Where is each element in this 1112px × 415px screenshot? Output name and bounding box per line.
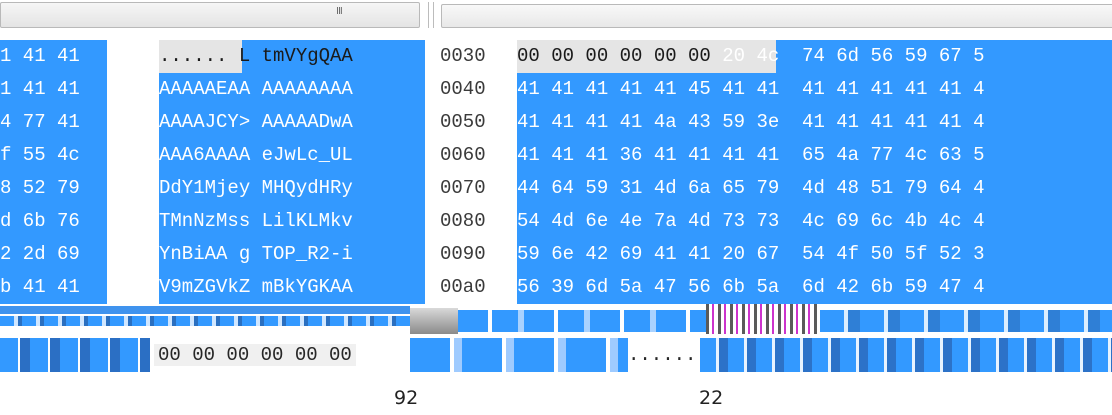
glitch-band <box>0 338 150 372</box>
caption-left: 92 <box>394 387 419 409</box>
left-hex-row[interactable]: 4 77 41 <box>0 106 107 139</box>
right-hex-row[interactable]: 59 6e 42 69 41 41 20 67 54 4f 50 5f 52 3 <box>517 238 1112 271</box>
caption-right: 22 <box>699 387 724 409</box>
glitch-band <box>458 310 706 332</box>
offset-label: 0030 <box>440 45 486 67</box>
right-hex-row[interactable]: 41 41 41 36 41 41 41 41 65 4a 77 4c 63 5 <box>517 139 1112 172</box>
right-hex-row[interactable]: 41 41 41 41 4a 43 59 3e 41 41 41 41 41 4 <box>517 106 1112 139</box>
left-hex-row[interactable]: d 6b 76 <box>0 205 107 238</box>
glitch-band <box>706 304 820 334</box>
offset-label: 0080 <box>440 210 486 232</box>
left-ascii-row[interactable]: YnBiAA g TOP_R2-i <box>159 238 425 271</box>
right-horizontal-scrollbar[interactable] <box>441 4 1112 28</box>
glitch-band <box>820 310 1112 332</box>
offset-label: 0070 <box>440 177 486 199</box>
glitch-band <box>0 316 410 326</box>
left-horizontal-scrollbar[interactable]: III <box>0 2 420 28</box>
left-hex-row[interactable]: b 41 41 <box>0 271 107 304</box>
right-hex-row[interactable]: 00 00 00 00 00 00 20 4c 74 6d 56 59 67 5 <box>517 40 1112 73</box>
glitch-band <box>410 308 458 334</box>
ascii-text-first: ...... L tmVYgQAA <box>159 45 353 67</box>
left-ascii-row[interactable]: AAAAJCY> AAAAADwA <box>159 106 425 139</box>
left-hex-row[interactable]: 1 41 41 <box>0 73 107 106</box>
top-scroll-strip: III <box>0 0 1112 34</box>
right-hex-row[interactable]: 54 4d 6e 4e 7a 4d 73 73 4c 69 6c 4b 4c 4 <box>517 205 1112 238</box>
glitch-band <box>0 306 410 314</box>
left-ascii-row[interactable]: V9mZGVkZ mBkYGKAA <box>159 271 425 304</box>
right-pane-gap <box>505 40 517 304</box>
left-ascii-row[interactable]: DdY1Mjey MHQydHRy <box>159 172 425 205</box>
left-pane-gap <box>107 40 159 304</box>
left-ascii-row[interactable]: AAA6AAAA eJwLc_UL <box>159 139 425 172</box>
offset-label: 0090 <box>440 243 486 265</box>
glitched-render-strip: 00 00 00 00 00 00 ...... <box>0 304 1112 372</box>
left-ascii-row[interactable]: AAAAAEAA AAAAAAAA <box>159 73 425 106</box>
left-hex-row[interactable]: f 55 4c <box>0 139 107 172</box>
glitch-band <box>410 338 628 372</box>
scrollbar-grip-icon[interactable]: III <box>336 6 343 17</box>
offset-label: 0040 <box>440 78 486 100</box>
left-hex-column[interactable]: 1 41 41 1 41 41 4 77 41 f 55 4c 8 52 79 … <box>0 40 107 304</box>
left-hex-row[interactable]: 1 41 41 <box>0 40 107 73</box>
right-hex-row[interactable]: 41 41 41 41 41 45 41 41 41 41 41 41 41 4 <box>517 73 1112 106</box>
left-ascii-row[interactable]: TMnNzMss LilKLMkv <box>159 205 425 238</box>
left-hex-row[interactable]: 8 52 79 <box>0 172 107 205</box>
glitch-zero-run: 00 00 00 00 00 00 <box>154 344 356 366</box>
left-hex-row[interactable]: 2 2d 69 <box>0 238 107 271</box>
left-ascii-row[interactable]: ...... L tmVYgQAA <box>159 40 425 73</box>
hex-row-rest: 20 4c 74 6d 56 59 67 5 <box>517 45 985 67</box>
glitch-band <box>700 338 1112 372</box>
offset-label: 0060 <box>440 144 486 166</box>
offset-label: 00a0 <box>440 276 486 298</box>
pane-splitter[interactable] <box>428 2 434 28</box>
right-hex-column[interactable]: 00 00 00 00 00 00 20 4c 74 6d 56 59 67 5… <box>517 40 1112 304</box>
right-hex-row[interactable]: 44 64 59 31 4d 6a 65 79 4d 48 51 79 64 4 <box>517 172 1112 205</box>
offset-label: 0050 <box>440 111 486 133</box>
right-hex-row[interactable]: 56 39 6d 5a 47 56 6b 5a 6d 42 6b 59 47 4 <box>517 271 1112 304</box>
left-ascii-column[interactable]: ...... L tmVYgQAA AAAAAEAA AAAAAAAA AAAA… <box>159 40 425 304</box>
offset-column: 0030 0040 0050 0060 0070 0080 0090 00a0 <box>428 40 512 304</box>
glitch-dots: ...... <box>628 344 697 366</box>
